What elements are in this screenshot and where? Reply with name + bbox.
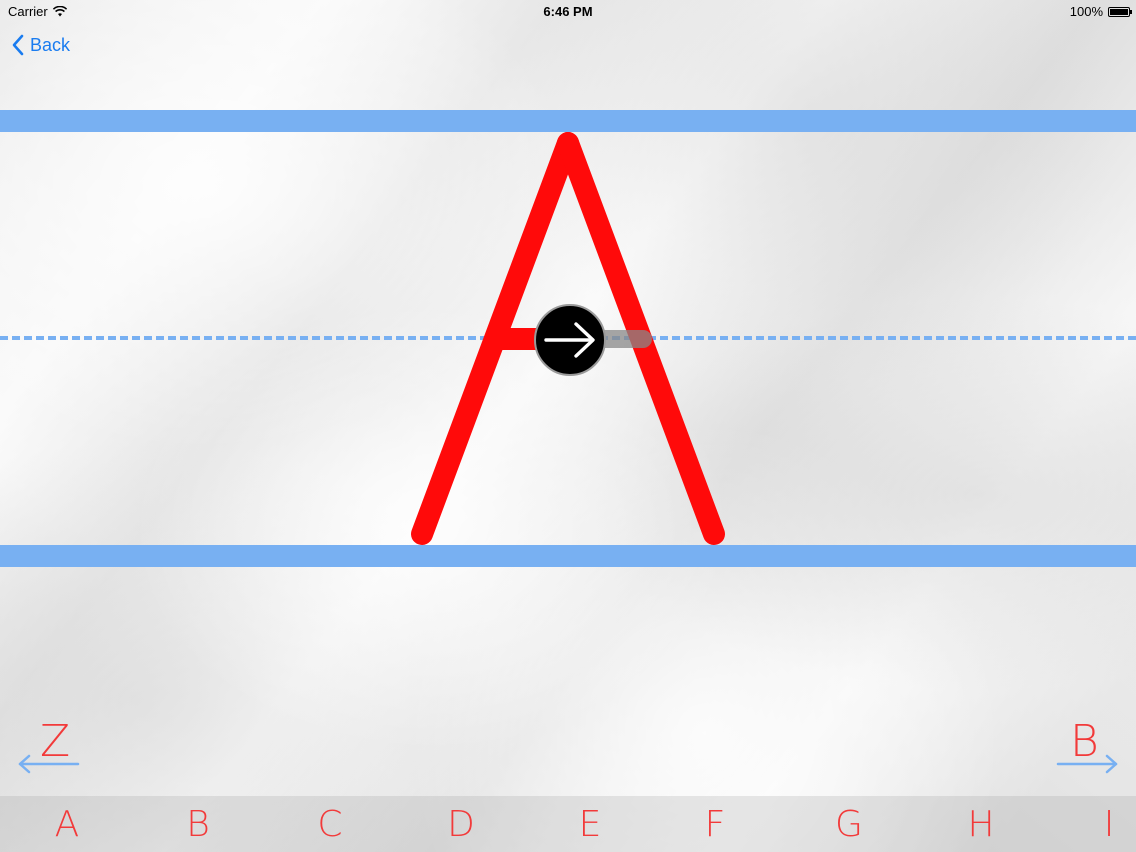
alphabet-letter-h[interactable]: H: [956, 796, 1006, 852]
alphabet-letter-d[interactable]: D: [436, 796, 486, 852]
arrow-left-icon: [18, 754, 80, 774]
alphabet-letter-a[interactable]: A: [42, 796, 92, 852]
alphabet-letter-g[interactable]: G: [824, 796, 874, 852]
tracing-canvas[interactable]: [0, 0, 1136, 852]
previous-letter-button[interactable]: Z: [16, 720, 86, 780]
alphabet-letter-f[interactable]: F: [690, 796, 740, 852]
alphabet-bar: A B C D E F G H I: [0, 796, 1136, 852]
next-letter-button[interactable]: B: [1052, 720, 1122, 780]
alphabet-letter-i[interactable]: I: [1084, 796, 1134, 852]
alphabet-letter-e[interactable]: E: [565, 796, 615, 852]
alphabet-letter-c[interactable]: C: [305, 796, 355, 852]
direction-handle[interactable]: [534, 304, 606, 376]
alphabet-letter-b[interactable]: B: [173, 796, 223, 852]
arrow-right-icon: [1056, 754, 1118, 774]
